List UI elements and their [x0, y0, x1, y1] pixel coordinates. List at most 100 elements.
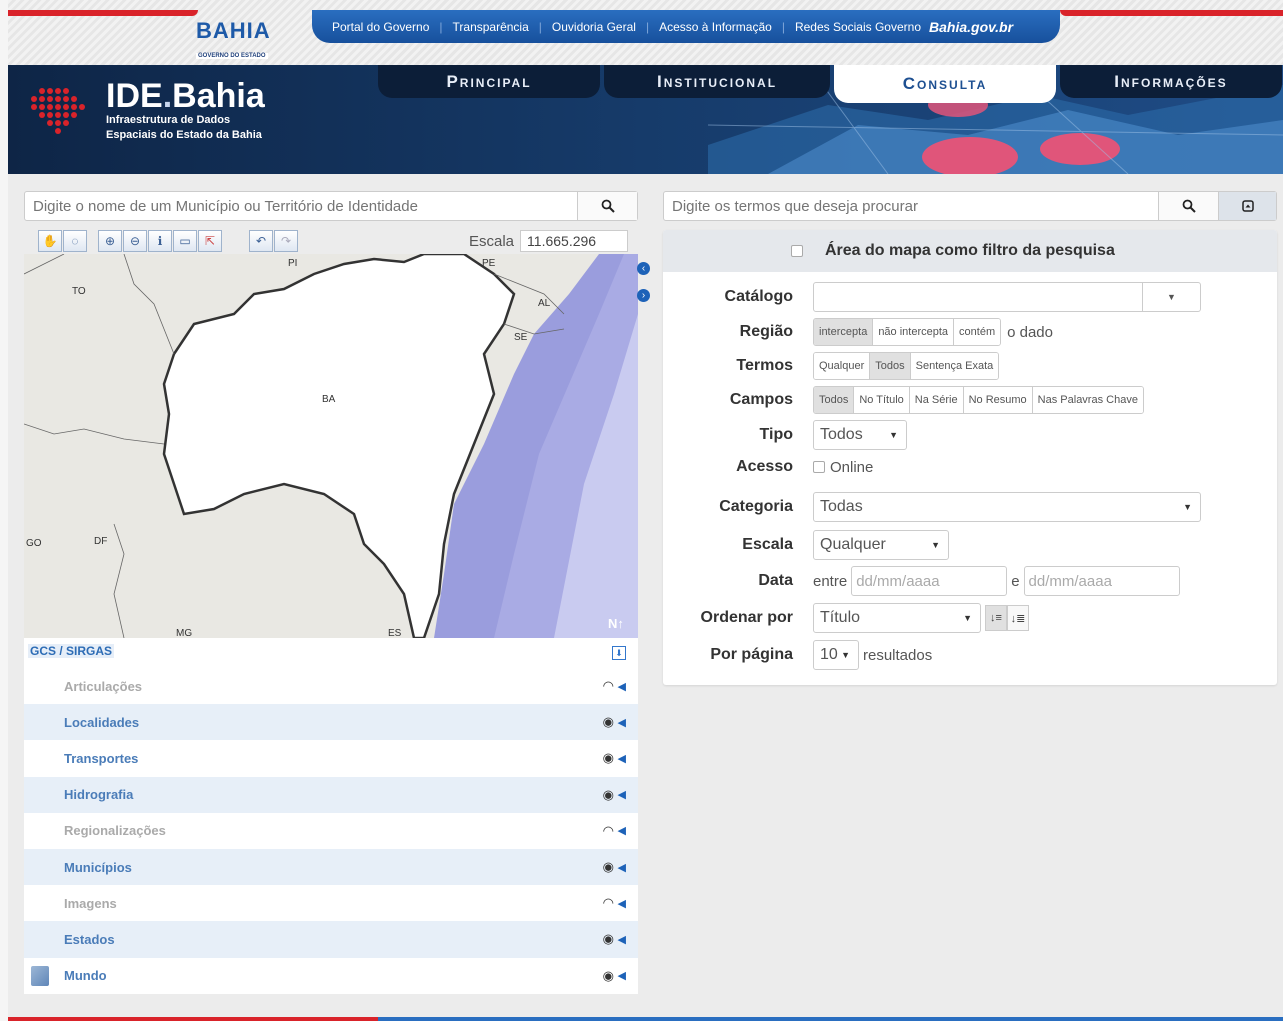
ordenar-select[interactable]: Título ▼ — [813, 603, 981, 633]
gov-link-portal[interactable]: Portal do Governo — [332, 20, 429, 34]
gov-link-redes[interactable]: Redes Sociais Governo — [795, 20, 921, 34]
date-from-input[interactable]: dd/mm/aaaa — [851, 566, 1008, 596]
area-filter-checkbox[interactable] — [791, 245, 803, 257]
chevron-down-icon: ▼ — [1183, 502, 1192, 512]
caret-left-icon[interactable]: ◀ — [618, 969, 626, 982]
pagina-value: 10 — [820, 646, 838, 663]
eye-icon[interactable]: ◉ — [603, 787, 614, 803]
categoria-select[interactable]: Todas ▼ — [813, 492, 1201, 522]
gov-site-link[interactable]: Bahia.gov.br — [929, 19, 1013, 35]
layer-row[interactable]: Estados ◉ ◀ — [24, 921, 638, 958]
regiao-segmented: intercepta não intercepta contém — [813, 318, 1002, 346]
caret-left-icon[interactable]: ◀ — [618, 716, 626, 729]
ide-brand[interactable]: IDE.Bahia Infraestrutura de Dados Espaci… — [22, 79, 265, 143]
campos-serie[interactable]: Na Série — [909, 387, 964, 413]
pan-tool[interactable]: ✋ — [38, 230, 62, 252]
tab-informacoes[interactable]: Informações — [1060, 65, 1282, 98]
layer-row[interactable]: Regionalizações ◠ ◀ — [24, 812, 638, 849]
measure-tool[interactable]: ▭ — [173, 230, 197, 252]
campos-todos[interactable]: Todos — [814, 387, 855, 413]
gov-link-ouvidoria[interactable]: Ouvidoria Geral — [552, 20, 636, 34]
termos-sentenca-exata[interactable]: Sentença Exata — [910, 353, 999, 379]
select-tool[interactable]: ◌ — [63, 230, 87, 252]
campos-palavras-chave[interactable]: Nas Palavras Chave — [1032, 387, 1143, 413]
caret-left-icon[interactable]: ◀ — [618, 861, 626, 874]
page: BAHIA GOVERNO DO ESTADO Portal do Govern… — [8, 0, 1283, 1021]
escala-select[interactable]: Qualquer ▼ — [813, 530, 949, 560]
pagina-select[interactable]: 10 ▼ — [813, 640, 859, 670]
tipo-select[interactable]: Todos ▼ — [813, 420, 907, 450]
sort-ascending-icon[interactable]: ↓≡ — [985, 605, 1007, 631]
acesso-label: Acesso — [736, 458, 793, 475]
eye-hidden-icon[interactable]: ◠ — [603, 895, 614, 911]
pagina-row: Por página 10 ▼ resultados — [663, 640, 1277, 670]
download-icon[interactable]: ⬇ — [612, 646, 626, 660]
layer-row[interactable]: Localidades ◉ ◀ — [24, 704, 638, 741]
eye-icon[interactable]: ◉ — [603, 968, 614, 984]
tab-consulta[interactable]: Consulta — [834, 65, 1056, 103]
gov-logo[interactable]: BAHIA GOVERNO DO ESTADO — [196, 18, 288, 59]
escala-filter-value: Qualquer — [820, 536, 886, 553]
regiao-row: Região intercepta não intercepta contém … — [663, 318, 1277, 346]
clear-tool[interactable]: ⇱ — [198, 230, 222, 252]
zoom-out-tool[interactable]: ⊖ — [123, 230, 147, 252]
eye-hidden-icon[interactable]: ◠ — [603, 823, 614, 839]
eye-hidden-icon[interactable]: ◠ — [603, 678, 614, 694]
regiao-nao-intercepta[interactable]: não intercepta — [873, 319, 955, 345]
crs-label[interactable]: GCS / SIRGAS — [28, 644, 115, 658]
toggle-filter-button[interactable] — [1218, 192, 1276, 220]
catalogo-row: Catálogo ▼ — [663, 282, 1277, 312]
layer-row[interactable]: Hidrografia ◉ ◀ — [24, 776, 638, 813]
regiao-intercepta[interactable]: intercepta — [814, 319, 874, 345]
sort-descending-icon[interactable]: ↓≣ — [1007, 605, 1029, 631]
expand-right-icon[interactable]: › — [637, 289, 650, 302]
acesso-row: Acesso Online — [663, 458, 1277, 476]
zoom-in-tool[interactable]: ⊕ — [98, 230, 122, 252]
municipio-search-input[interactable] — [25, 192, 577, 220]
online-checkbox[interactable] — [813, 461, 825, 473]
search-icon — [601, 199, 615, 213]
caret-left-icon[interactable]: ◀ — [618, 752, 626, 765]
map-label-go: GO — [26, 538, 42, 549]
tab-institucional[interactable]: Institucional — [604, 65, 830, 98]
undo-tool[interactable]: ↶ — [249, 230, 273, 252]
eye-icon[interactable]: ◉ — [603, 714, 614, 730]
caret-left-icon[interactable]: ◀ — [618, 933, 626, 946]
caret-left-icon[interactable]: ◀ — [618, 897, 626, 910]
termos-qualquer[interactable]: Qualquer — [814, 353, 871, 379]
collapse-left-icon[interactable]: ‹ — [637, 262, 650, 275]
campos-resumo[interactable]: No Resumo — [963, 387, 1033, 413]
date-to-input[interactable]: dd/mm/aaaa — [1023, 566, 1180, 596]
map-scale-input[interactable] — [520, 230, 629, 252]
termos-todos[interactable]: Todos — [870, 353, 911, 379]
eye-icon[interactable]: ◉ — [603, 859, 614, 875]
eye-icon[interactable]: ◉ — [603, 750, 614, 766]
terms-search-input[interactable] — [664, 192, 1158, 220]
regiao-contem[interactable]: contém — [954, 319, 1001, 345]
eye-icon[interactable]: ◉ — [603, 931, 614, 947]
layer-name: Hidrografia — [64, 787, 134, 803]
caret-left-icon[interactable]: ◀ — [618, 824, 626, 837]
tipo-label: Tipo — [759, 426, 793, 443]
map-view[interactable]: PI PE TO AL SE BA GO DF MG ES N↑ — [24, 254, 638, 638]
layer-row[interactable]: Mundo ◉ ◀ — [24, 957, 638, 994]
municipio-search-button[interactable] — [577, 192, 637, 220]
terms-search-button[interactable] — [1158, 192, 1218, 220]
gov-link-acesso[interactable]: Acesso à Informação — [659, 20, 772, 34]
clear-selection-icon: ⇱ — [204, 234, 216, 248]
layer-row[interactable]: Transportes ◉ ◀ — [24, 740, 638, 777]
separator: | — [538, 19, 542, 34]
info-tool[interactable]: ℹ — [148, 230, 172, 252]
caret-left-icon[interactable]: ◀ — [618, 788, 626, 801]
gov-link-transparencia[interactable]: Transparência — [453, 20, 529, 34]
campos-label: Campos — [729, 391, 793, 408]
campos-titulo[interactable]: No Título — [854, 387, 910, 413]
layer-row[interactable]: Articulações ◠ ◀ — [24, 668, 638, 705]
tab-principal[interactable]: Principal — [378, 65, 600, 98]
categoria-row: Categoria Todas ▼ — [663, 492, 1277, 522]
catalogo-select[interactable]: ▼ — [813, 282, 1201, 312]
caret-left-icon[interactable]: ◀ — [618, 680, 626, 693]
layer-row[interactable]: Imagens ◠ ◀ — [24, 885, 638, 922]
layer-row[interactable]: Municípios ◉ ◀ — [24, 848, 638, 886]
redo-tool[interactable]: ↷ — [274, 230, 298, 252]
